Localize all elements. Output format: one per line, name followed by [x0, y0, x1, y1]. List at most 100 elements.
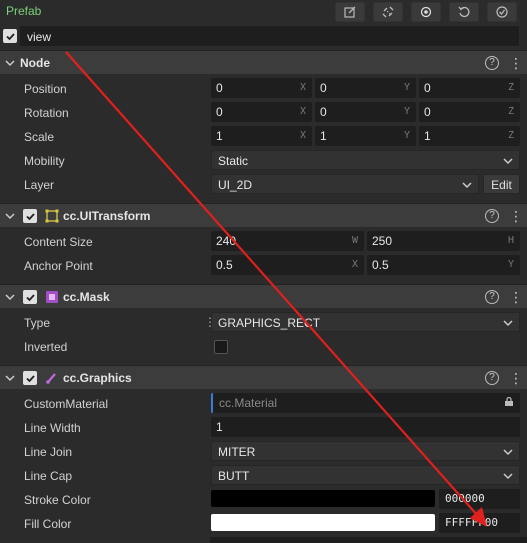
more-options-icon[interactable]: ⋮ [509, 209, 523, 223]
property-label: Scale [24, 130, 55, 144]
layer-select[interactable]: UI_2D [211, 174, 479, 194]
apply-prefab-button[interactable] [487, 2, 517, 22]
scale-y-field[interactable]: 1Y [315, 126, 416, 146]
node-section-header[interactable]: Node ? ⋮ [0, 50, 527, 74]
line-join-row: Line Join MITER [0, 439, 527, 463]
unlink-prefab-button[interactable] [373, 2, 403, 22]
chevron-down-icon [503, 449, 513, 456]
fill-color-row: Fill Color FFFFFF00 [0, 511, 527, 535]
property-label: Line Width [24, 421, 81, 435]
fill-color-swatch[interactable] [211, 514, 435, 531]
scale-row: Scale 1X 1Y 1Z [0, 124, 527, 148]
content-size-height-field[interactable]: 250 H [367, 231, 520, 251]
asset-picker-icon[interactable] [504, 397, 514, 407]
rotation-row: Rotation 0X 0Y 0Z [0, 100, 527, 124]
revert-icon [458, 6, 470, 18]
more-options-icon[interactable]: ⋮ [509, 371, 523, 385]
anchor-point-row: Anchor Point 0.5 X 0.5 Y [0, 253, 527, 277]
locate-icon [420, 6, 432, 18]
property-label: Stroke Color [24, 493, 91, 507]
line-width-field[interactable]: 1 [211, 417, 520, 437]
help-icon[interactable]: ? [485, 371, 499, 385]
chevron-down-icon [5, 375, 15, 382]
property-label: Inverted [24, 340, 68, 354]
property-label: Line Join [24, 445, 73, 459]
edit-icon [344, 6, 356, 18]
component-enabled-checkbox[interactable] [23, 209, 37, 223]
chevron-down-icon [5, 294, 15, 301]
position-x-field[interactable]: 0X [211, 78, 312, 98]
next-property-field [210, 537, 527, 543]
chevron-down-icon [462, 182, 472, 189]
edit-prefab-button[interactable] [335, 2, 365, 22]
mask-section-header[interactable]: cc.Mask ? ⋮ [0, 284, 527, 308]
custom-material-row: CustomMaterial cc.Material [0, 391, 527, 415]
apply-icon [496, 6, 508, 18]
section-title: cc.Graphics [63, 371, 132, 385]
uitransform-icon [45, 209, 59, 223]
anchor-y-field[interactable]: 0.5 Y [367, 255, 520, 275]
position-y-field[interactable]: 0Y [315, 78, 416, 98]
scale-x-field[interactable]: 1X [211, 126, 312, 146]
scale-z-field[interactable]: 1Z [419, 126, 520, 146]
mobility-select[interactable]: Static [211, 150, 520, 170]
section-title: cc.UITransform [63, 209, 151, 223]
section-title: Node [20, 56, 50, 70]
chevron-down-icon [5, 213, 15, 220]
property-label: Line Cap [24, 469, 73, 483]
mobility-row: Mobility Static [0, 148, 527, 172]
content-size-width-field[interactable]: 240 W [211, 231, 364, 251]
help-icon[interactable]: ? [485, 290, 499, 304]
locate-prefab-button[interactable] [411, 2, 441, 22]
line-cap-row: Line Cap BUTT [0, 463, 527, 487]
graphics-section-header[interactable]: cc.Graphics ? ⋮ [0, 365, 527, 389]
position-z-field[interactable]: 0Z [419, 78, 520, 98]
property-label: Layer [24, 178, 55, 192]
help-icon[interactable]: ? [485, 56, 499, 70]
stroke-color-swatch[interactable] [211, 490, 435, 507]
unlink-icon [382, 6, 394, 18]
revert-prefab-button[interactable] [449, 2, 479, 22]
property-label: Content Size [24, 235, 93, 249]
custom-material-field[interactable]: cc.Material [211, 393, 520, 413]
check-icon [25, 212, 35, 220]
mask-icon [46, 291, 58, 303]
inverted-row: Inverted [0, 334, 527, 358]
chevron-down-icon [5, 60, 15, 67]
line-join-select[interactable]: MITER [211, 441, 520, 461]
component-enabled-checkbox[interactable] [23, 290, 37, 304]
prefab-label: Prefab [6, 4, 42, 18]
property-label: CustomMaterial [24, 397, 109, 411]
line-cap-select[interactable]: BUTT [211, 465, 520, 485]
fill-color-hex-field[interactable]: FFFFFF00 [439, 513, 520, 533]
property-label: Fill Color [24, 517, 72, 531]
rotation-x-field[interactable]: 0X [211, 102, 312, 122]
layer-edit-button[interactable]: Edit [483, 174, 520, 194]
help-icon[interactable]: ? [485, 209, 499, 223]
rotation-z-field[interactable]: 0Z [419, 102, 520, 122]
check-icon [25, 374, 35, 382]
property-label: Mobility [24, 154, 65, 168]
property-label: Rotation [24, 106, 69, 120]
section-title: cc.Mask [63, 290, 110, 304]
uitransform-section-header[interactable]: cc.UITransform ? ⋮ [0, 203, 527, 227]
check-icon [25, 293, 35, 301]
component-enabled-checkbox[interactable] [23, 371, 37, 385]
layer-row: Layer UI_2D Edit [0, 172, 527, 196]
more-options-icon[interactable]: ⋮ [509, 290, 523, 304]
stroke-color-row: Stroke Color 000000 [0, 487, 527, 511]
node-name-input[interactable]: view [20, 26, 519, 46]
anchor-x-field[interactable]: 0.5 X [211, 255, 364, 275]
chevron-down-icon [503, 320, 513, 327]
line-width-row: Line Width 1 [0, 415, 527, 439]
mask-type-select[interactable]: GRAPHICS_RECT [211, 312, 520, 332]
node-active-checkbox[interactable] [3, 29, 17, 43]
prefab-toolbar: Prefab [0, 0, 527, 24]
property-label: Position [24, 82, 67, 96]
more-options-icon[interactable]: ⋮ [509, 56, 523, 70]
stroke-color-hex-field[interactable]: 000000 [439, 489, 520, 509]
position-row: Position 0X 0Y 0Z [0, 76, 527, 100]
inverted-checkbox[interactable] [214, 340, 228, 354]
rotation-y-field[interactable]: 0Y [315, 102, 416, 122]
brush-icon [46, 373, 56, 384]
